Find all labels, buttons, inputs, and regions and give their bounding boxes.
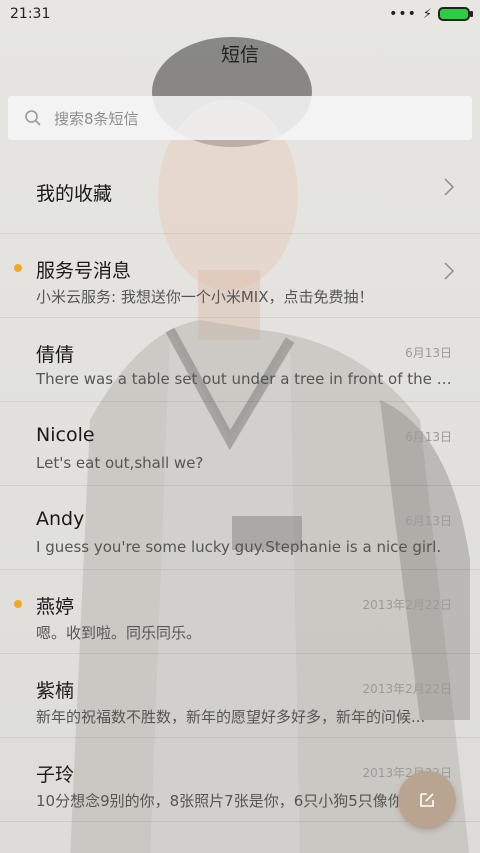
- conversation-preview: I guess you're some lucky guy.Stephanie …: [36, 538, 442, 556]
- compose-button[interactable]: [398, 771, 456, 829]
- conversation-preview: Let's eat out,shall we?: [36, 454, 204, 472]
- conversation-name: Andy: [36, 508, 85, 530]
- conversation-name: 燕婷: [36, 596, 75, 618]
- list-item[interactable]: Nicole 6月13日 Let's eat out,shall we?: [0, 402, 480, 486]
- status-time: 21:31: [10, 6, 51, 22]
- status-icons: ••• ⚡: [389, 6, 473, 22]
- list-item[interactable]: 紫楠 2013年2月22日 新年的祝福数不胜数，新年的愿望好多好多，新年的问候.…: [0, 654, 480, 738]
- conversation-date: 2013年2月22日: [362, 598, 452, 612]
- conversation-name: 我的收藏: [36, 183, 113, 205]
- conversation-date: 2013年2月22日: [362, 682, 452, 696]
- compose-icon: [420, 793, 434, 807]
- chevron-right-icon: [444, 178, 454, 196]
- conversation-preview: 小米云服务: 我想送你一个小米MIX，点击免费抽！: [36, 288, 374, 306]
- conversation-preview: There was a table set out under a tree i…: [36, 370, 454, 388]
- conversation-name: Nicole: [36, 424, 95, 446]
- unread-dot: [14, 264, 22, 272]
- conversation-name: 子玲: [36, 764, 75, 786]
- unread-dot: [14, 600, 22, 608]
- conversation-date: 6月13日: [405, 430, 452, 444]
- search-icon: [25, 110, 41, 126]
- search-bar[interactable]: 搜索8条短信: [8, 96, 472, 140]
- conversation-name: 紫楠: [36, 680, 75, 702]
- conversation-preview: 嗯。收到啦。同乐同乐。: [36, 624, 202, 642]
- chevron-right-icon: [444, 262, 454, 280]
- conversation-date: 6月13日: [405, 514, 452, 528]
- conversation-date: 6月13日: [405, 346, 452, 360]
- conversation-name: 服务号消息: [36, 260, 132, 282]
- charging-icon: ⚡: [422, 6, 432, 22]
- battery-icon: [438, 7, 473, 21]
- list-item[interactable]: 燕婷 2013年2月22日 嗯。收到啦。同乐同乐。: [0, 570, 480, 654]
- list-item[interactable]: 倩倩 6月13日 There was a table set out under…: [0, 318, 480, 402]
- conversation-preview: 新年的祝福数不胜数，新年的愿望好多好多，新年的问候...: [36, 708, 426, 726]
- conversation-preview: 10分想念9别的你，8张照片7张是你，6只小狗5只像你...: [36, 792, 418, 810]
- list-item-favorites[interactable]: 我的收藏: [0, 150, 480, 234]
- more-dots-icon: •••: [389, 6, 417, 22]
- list-item[interactable]: Andy 6月13日 I guess you're some lucky guy…: [0, 486, 480, 570]
- list-item-service-messages[interactable]: 服务号消息 小米云服务: 我想送你一个小米MIX，点击免费抽！: [0, 234, 480, 318]
- conversation-name: 倩倩: [36, 344, 75, 366]
- page-title: 短信: [220, 44, 259, 66]
- status-bar: 21:31 ••• ⚡: [0, 0, 480, 28]
- conversation-list: 我的收藏 服务号消息 小米云服务: 我想送你一个小米MIX，点击免费抽！ 倩倩 …: [0, 150, 480, 822]
- search-placeholder: 搜索8条短信: [54, 109, 139, 128]
